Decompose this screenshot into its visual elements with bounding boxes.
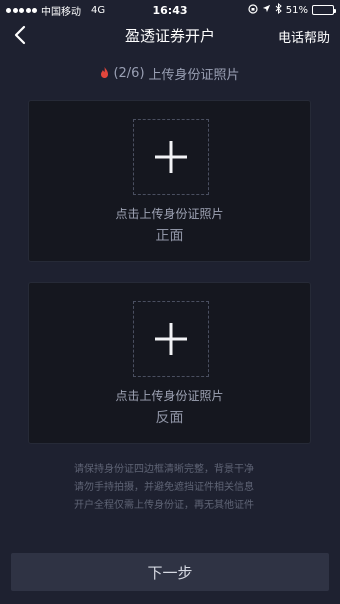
hint-line: 请勿手持拍摄，并避免遮挡证件相关信息 (74, 482, 254, 493)
plus-icon (155, 141, 187, 173)
upload-id-front-card[interactable]: 点击上传身份证照片 正面 (28, 100, 311, 262)
upload-instruction: 点击上传身份证照片 (115, 207, 224, 221)
hint-line: 请保持身份证四边框清晰完整，背景干净 (74, 464, 254, 475)
carrier-name: 中国移动 (41, 6, 81, 18)
step-progress: (2/6) (113, 66, 145, 81)
step-label: 上传身份证照片 (148, 68, 240, 83)
step-indicator: (2/6) 上传身份证照片 (0, 64, 340, 83)
chevron-left-icon (14, 25, 26, 45)
network-type: 4G (91, 4, 106, 16)
status-left: 中国移动 4G (6, 3, 105, 18)
battery-percent: 51% (285, 4, 308, 16)
page-title: 盈透证券开户 (124, 26, 215, 45)
battery-icon (312, 5, 336, 15)
next-step-button[interactable]: 下一步 (11, 553, 329, 591)
signal-icon (6, 7, 37, 13)
location-icon (262, 4, 271, 16)
status-bar: 中国移动 4G 16:43 51% (0, 0, 340, 20)
back-button[interactable] (8, 23, 32, 47)
hint-line: 开户全程仅需上传身份证，再无其他证件 (74, 500, 254, 511)
plus-icon (155, 323, 187, 355)
bluetooth-icon (275, 2, 282, 17)
flame-icon (100, 66, 109, 82)
upload-hints: 请保持身份证四边框清晰完整，背景干净 请勿手持拍摄，并避免遮挡证件相关信息 开户… (74, 461, 314, 515)
id-side-label: 正面 (155, 228, 184, 244)
status-right: 51% (248, 2, 336, 17)
clock: 16:43 (152, 3, 188, 17)
upload-id-back-card[interactable]: 点击上传身份证照片 反面 (28, 282, 311, 444)
upload-instruction: 点击上传身份证照片 (115, 389, 224, 403)
nav-bar: 盈透证券开户 电话帮助 (0, 20, 340, 50)
id-side-label: 反面 (155, 410, 184, 426)
lock-rotation-icon (248, 3, 258, 17)
upload-placeholder (133, 119, 209, 195)
upload-placeholder (133, 301, 209, 377)
phone-help-button[interactable]: 电话帮助 (278, 27, 330, 46)
